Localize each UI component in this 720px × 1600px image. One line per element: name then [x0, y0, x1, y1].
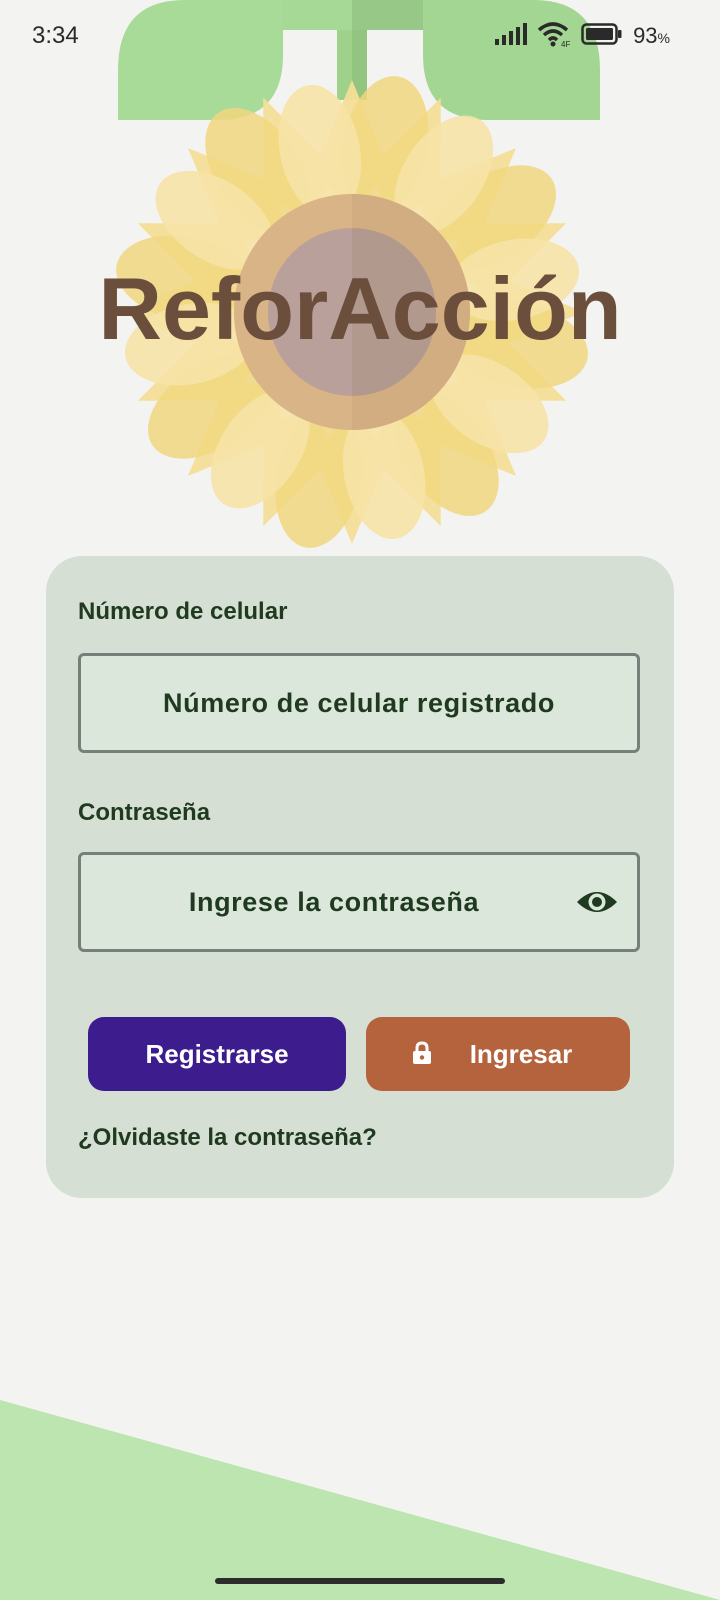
phone-label: Número de celular [78, 598, 288, 625]
battery-percent: 93% [633, 23, 670, 48]
signal-icon [495, 22, 528, 50]
phone-input[interactable]: Número de celular registrado [78, 653, 640, 753]
register-button-label: Registrarse [145, 1038, 289, 1069]
show-password-eye-icon[interactable] [575, 884, 619, 920]
status-icons: 4F 93% [495, 21, 670, 52]
password-input[interactable]: Ingrese la contraseña [78, 852, 640, 952]
app-title: ReforAcción [98, 259, 622, 358]
bottom-green-wedge [0, 1400, 720, 1600]
wifi-icon: 4F [537, 21, 571, 52]
home-indicator[interactable] [215, 1578, 505, 1584]
phone-placeholder: Número de celular registrado [163, 687, 555, 718]
lock-icon [412, 1041, 432, 1072]
forgot-password-link[interactable]: ¿Olvidaste la contraseña? [78, 1124, 377, 1152]
battery-icon [581, 22, 623, 50]
svg-text:4F: 4F [561, 40, 570, 47]
status-bar: 3:34 4F 93% [0, 0, 720, 72]
password-label: Contraseña [78, 799, 211, 826]
password-placeholder: Ingrese la contraseña [188, 886, 480, 917]
status-time: 3:34 [32, 22, 79, 49]
login-button-label: Ingresar [469, 1038, 573, 1069]
login-button[interactable]: Ingresar [366, 1017, 630, 1091]
register-button[interactable]: Registrarse [88, 1017, 346, 1091]
login-card: Número de celular Número de celular regi… [46, 556, 674, 1198]
sunflower-illustration: ReforAcción [0, 0, 720, 560]
